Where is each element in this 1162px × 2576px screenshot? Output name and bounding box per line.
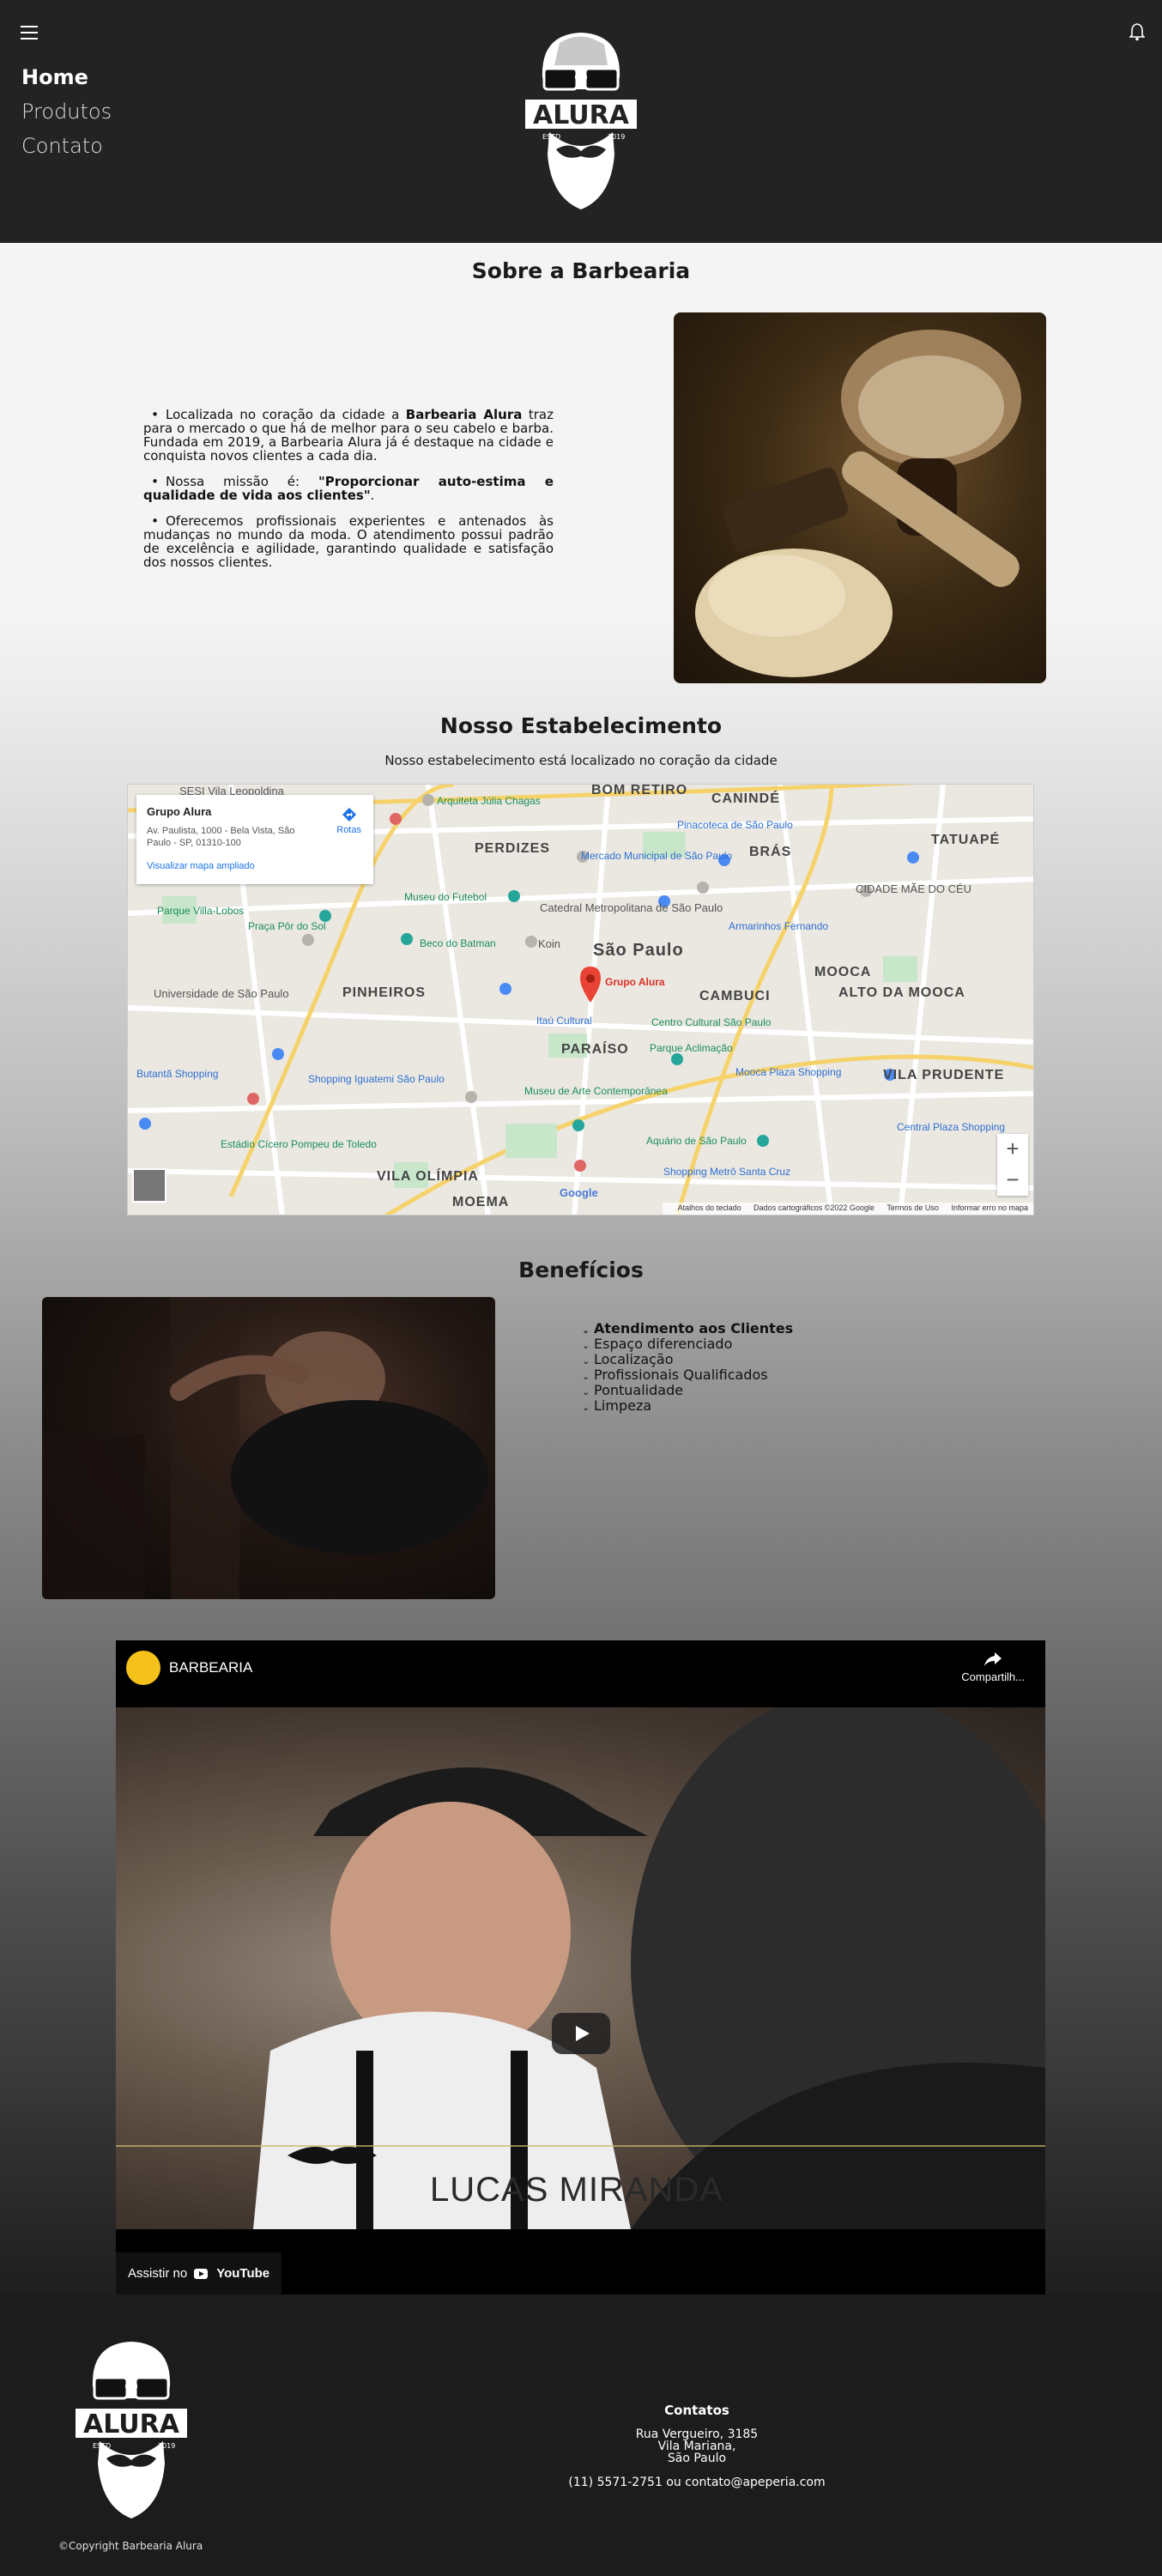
map-place-address: Av. Paulista, 1000 - Bela Vista, São Pau…: [147, 826, 295, 848]
site-header: Home Produtos Contato ALURA ESTD 2019: [0, 0, 1162, 243]
about-paragraph-team: • Oferecemos profissionais experientes e …: [143, 513, 554, 570]
map-enlarge-link[interactable]: Visualizar mapa ampliado: [147, 861, 363, 871]
nav-contato-link[interactable]: Contato: [21, 129, 112, 163]
chevron-down-icon: ⌄: [582, 1402, 590, 1413]
share-button[interactable]: Compartilh...: [961, 1651, 1025, 1683]
barber-cutting-image: [42, 1297, 495, 1599]
about-text: • Localizada no coração da cidade a Barbe…: [143, 408, 554, 581]
benefits-title: Benefícios: [518, 1258, 644, 1282]
channel-avatar[interactable]: [126, 1651, 160, 1685]
establishment-subtitle: Nosso estabelecimento está localizado no…: [384, 753, 778, 768]
map-place-name: Grupo Alura: [147, 805, 212, 818]
video-thumbnail[interactable]: LUCAS MIRANDA: [116, 1707, 1045, 2229]
zoom-in-button[interactable]: +: [997, 1134, 1028, 1165]
video-header: BARBEARIA Compartilh...: [116, 1640, 1045, 1697]
chevron-down-icon: ⌄: [582, 1324, 590, 1336]
address-line-2: Vila Mariana,: [657, 2440, 736, 2453]
directions-icon: [342, 808, 356, 821]
chevron-down-icon: ⌄: [582, 1386, 590, 1397]
play-button[interactable]: [552, 2013, 610, 2054]
contacts-block: Contatos Rua Vergueiro, 3185 Vila Marian…: [525, 2403, 868, 2489]
main-nav: Home Produtos Contato: [21, 60, 112, 163]
phone-email-text[interactable]: (11) 5571-2751 ou contato@apeperia.com: [525, 2476, 868, 2488]
google-logo-text: Google: [560, 1186, 598, 1199]
zoom-out-button[interactable]: −: [997, 1165, 1028, 1196]
nav-produtos-link[interactable]: Produtos: [21, 94, 112, 129]
shaving-brush-image: [674, 312, 1046, 683]
channel-name[interactable]: BARBEARIA: [169, 1659, 252, 1676]
benefit-item: ⌄ Limpeza: [582, 1397, 652, 1414]
map-pin-label: Grupo Alura: [605, 976, 665, 988]
bell-icon[interactable]: [1129, 22, 1145, 41]
svg-text:ALURA: ALURA: [83, 2409, 180, 2440]
share-icon: [984, 1652, 1002, 1666]
youtube-logo-icon: [194, 2269, 209, 2280]
chevron-down-icon: ⌄: [582, 1355, 590, 1367]
establishment-title: Nosso Estabelecimento: [439, 713, 723, 738]
chevron-down-icon: ⌄: [582, 1340, 590, 1351]
map-data-text: Dados cartográficos ©2022 Google: [753, 1203, 875, 1212]
contacts-title: Contatos: [664, 2403, 729, 2418]
about-title: Sobre a Barbearia: [471, 258, 691, 283]
nav-home-link[interactable]: Home: [21, 60, 112, 94]
hamburger-menu-icon[interactable]: [21, 26, 38, 39]
address-line-1: Rua Vergueiro, 3185: [635, 2428, 759, 2441]
youtube-video-embed[interactable]: LUCAS MIRANDA BARBEARIA Compartilh... As…: [116, 1640, 1045, 2294]
video-caption-text: LUCAS MIRANDA: [430, 2171, 723, 2209]
alura-footer-logo: ALURA ESTD 2019: [76, 2342, 187, 2518]
site-footer: ALURA ESTD 2019 ©Copyright Barbearia Alu…: [0, 2294, 1162, 2576]
map-report-link[interactable]: Informar erro no mapa: [951, 1203, 1028, 1212]
map-terms-link[interactable]: Termos de Uso: [887, 1203, 939, 1212]
map-zoom-controls: + −: [997, 1134, 1028, 1196]
map-routes-button[interactable]: Rotas: [336, 807, 361, 835]
benefits-list: ⌄ Atendimento aos Clientes ⌄ Espaço difere…: [582, 1322, 793, 1415]
watch-on-youtube-button[interactable]: Assistir no YouTube: [116, 2252, 282, 2294]
about-paragraph-mission: • Nossa missão é: "Proporcionar auto-esti…: [143, 474, 554, 503]
map-footer: Atalhos do teclado Dados cartográficos ©…: [662, 1203, 1033, 1215]
copyright-text: ©Copyright Barbearia Alura: [58, 2540, 203, 2552]
map-shortcuts-link[interactable]: Atalhos do teclado: [678, 1203, 741, 1212]
about-paragraph-location: • Localizada no coração da cidade a Barbe…: [143, 407, 554, 464]
alura-logo[interactable]: ALURA ESTD 2019: [525, 26, 637, 215]
google-map[interactable]: SESI Vila Leopoldina Arquiteta Júlia Cha…: [127, 784, 1034, 1215]
address-line-3: São Paulo: [667, 2452, 727, 2465]
logo-text: ALURA: [533, 100, 630, 130]
chevron-down-icon: ⌄: [582, 1371, 590, 1382]
map-place-card: Grupo Alura Av. Paulista, 1000 - Bela Vi…: [136, 795, 373, 884]
